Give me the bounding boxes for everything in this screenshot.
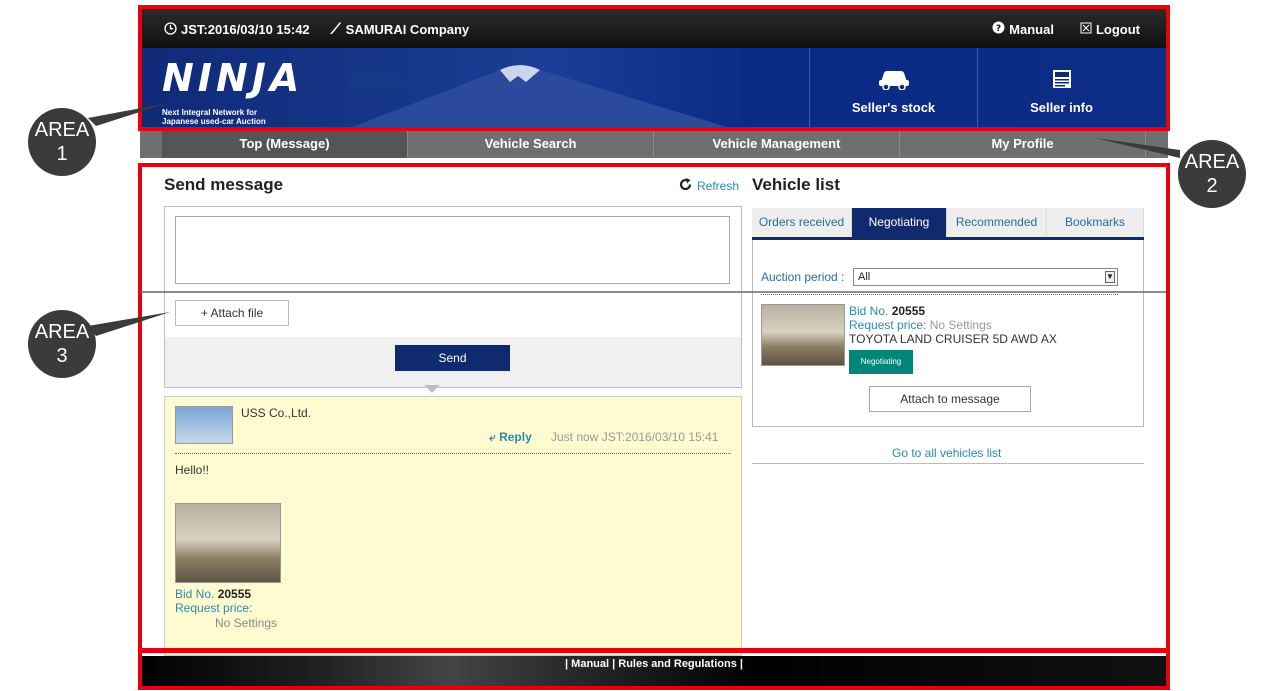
area2-label: AREA 2 — [1178, 140, 1246, 208]
annotation-pointers — [88, 103, 1180, 336]
area3-label: AREA 3 — [28, 310, 96, 378]
area1-label: AREA 1 — [28, 108, 96, 176]
screenshot-stage: JST:2016/03/10 15:42 SAMURAI Company ? M… — [0, 0, 1279, 691]
